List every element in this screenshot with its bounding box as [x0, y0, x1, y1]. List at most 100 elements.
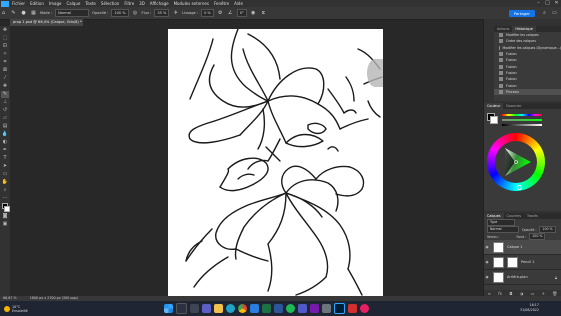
frame-tool-icon[interactable]: ⊠ — [1, 67, 9, 74]
tab-paths[interactable]: Tracés — [524, 213, 541, 219]
excel-icon[interactable] — [262, 304, 272, 313]
home-icon[interactable]: ⌂ — [0, 10, 7, 17]
hand-tool-icon[interactable]: ✋ — [1, 179, 9, 186]
menu-image[interactable]: Image — [49, 0, 62, 7]
lasso-tool-icon[interactable]: ᘏ — [1, 43, 9, 50]
link-layers-icon[interactable]: ∞ — [488, 291, 491, 296]
menu-affichage[interactable]: Affichage — [150, 0, 169, 7]
type-tool-icon[interactable]: T — [1, 155, 9, 162]
flow-field[interactable]: 35 % — [154, 9, 170, 17]
store-icon[interactable] — [250, 304, 260, 313]
photoshop-logo-icon[interactable] — [1, 0, 9, 7]
dodge-icon[interactable]: ◐ — [1, 139, 9, 146]
spotify-icon[interactable] — [286, 304, 296, 313]
background-swatch[interactable] — [490, 116, 498, 124]
layer-row[interactable]: ◉ Pencil 1 — [484, 255, 561, 270]
acrobat-icon[interactable] — [348, 304, 358, 313]
document-canvas[interactable] — [168, 29, 383, 297]
menu-modules[interactable]: Modules externes — [174, 0, 209, 7]
path-select-icon[interactable]: ➤ — [1, 163, 9, 170]
chat-icon[interactable] — [202, 304, 212, 313]
layers-kind-select[interactable]: Type — [487, 219, 515, 226]
crop-tool-icon[interactable]: ⌗ — [1, 59, 9, 66]
weather-widget[interactable]: 10°C Ensoleillé — [4, 305, 28, 313]
menu-3d[interactable]: 3D — [139, 0, 145, 7]
visibility-eye-icon[interactable]: ◉ — [484, 275, 490, 279]
new-group-icon[interactable]: ▭ — [531, 291, 535, 296]
pressure-opacity-icon[interactable]: ◎ — [132, 10, 139, 17]
file-explorer-icon[interactable] — [214, 304, 224, 313]
move-tool-icon[interactable]: ✥ — [1, 27, 9, 34]
share-button[interactable]: Partager — [508, 9, 535, 17]
menu-filtre[interactable]: Filtre — [124, 0, 134, 7]
brush-preset-icon[interactable]: ✎ — [10, 10, 17, 17]
system-tray-clock[interactable]: 16:17 31/08/2022 — [520, 303, 539, 312]
more-tools-icon[interactable]: ⋯ — [1, 195, 9, 202]
eraser-icon[interactable]: ▱ — [1, 115, 9, 122]
photoshop-taskbar-icon[interactable] — [334, 303, 346, 314]
fx-icon[interactable]: fx — [498, 291, 502, 296]
onenote-icon[interactable] — [310, 304, 320, 313]
app-icon[interactable] — [322, 304, 332, 313]
hue-slider[interactable] — [502, 114, 542, 116]
color-triangle[interactable] — [487, 133, 545, 191]
layer-row[interactable]: ◉ Arrière-plan 🔒︎ — [484, 270, 561, 285]
menu-calque[interactable]: Calque — [66, 0, 80, 7]
minimize-button[interactable]: – — [534, 0, 543, 7]
screen-mode-icon[interactable]: ▣ — [1, 221, 9, 228]
menu-fichier[interactable]: Fichier — [12, 0, 25, 7]
menu-selection[interactable]: Sélection — [101, 0, 119, 7]
saturation-slider[interactable] — [502, 119, 542, 121]
tab-color[interactable]: Couleur — [484, 103, 504, 109]
blur-icon[interactable]: 💧 — [1, 131, 9, 138]
pen-tool-icon[interactable]: ✒ — [1, 147, 9, 154]
zoom-tool-icon[interactable]: ⌕ — [1, 187, 9, 194]
pressure-size-icon[interactable]: ◉ — [250, 10, 257, 17]
brightness-slider[interactable] — [502, 124, 542, 126]
maximize-button[interactable]: □ — [543, 0, 552, 7]
teams-icon[interactable] — [298, 304, 308, 313]
document-tab[interactable]: prop 1.psd @ 66,4% (Calque, Gris/8) * — [10, 19, 83, 26]
stamp-tool-icon[interactable]: ⊥ — [1, 99, 9, 106]
zoom-readout[interactable]: 66,67 % — [3, 296, 17, 300]
healing-brush-icon[interactable]: ✚ — [1, 83, 9, 90]
airbrush-icon[interactable]: ✈ — [172, 10, 179, 17]
tab-actions[interactable]: Actions — [494, 26, 512, 32]
menu-fenetre[interactable]: Fenêtre — [214, 0, 229, 7]
chrome-icon[interactable] — [238, 304, 248, 313]
search-icon[interactable] — [176, 303, 188, 314]
marquee-tool-icon[interactable]: ⬚ — [1, 35, 9, 42]
color-wheel[interactable] — [487, 133, 545, 191]
mode-select[interactable]: Normal — [55, 9, 90, 17]
gradient-icon[interactable]: ▤ — [1, 123, 9, 130]
rectangle-tool-icon[interactable]: ▭ — [1, 171, 9, 178]
symmetry-icon[interactable]: ⧖ — [260, 10, 267, 17]
blend-mode-select[interactable]: Normal — [487, 226, 519, 233]
adjustment-icon[interactable]: ◑ — [520, 291, 524, 296]
tab-swatches[interactable]: Nuancier — [503, 103, 524, 109]
fill-field[interactable]: 100 % — [529, 233, 546, 240]
delete-layer-icon[interactable]: 🗑︎ — [552, 291, 557, 296]
add-mask-icon[interactable]: ◘ — [509, 291, 512, 296]
quick-mask-icon[interactable]: ◙ — [1, 213, 9, 220]
opacity-field[interactable]: 100 % — [111, 9, 129, 17]
workspace-icon[interactable]: ▭ — [551, 10, 558, 17]
menu-edition[interactable]: Edition — [30, 0, 44, 7]
brush-tool-icon[interactable]: ✎ — [1, 91, 9, 98]
visibility-eye-icon[interactable]: ◉ — [484, 245, 490, 249]
task-view-icon[interactable] — [190, 304, 200, 313]
search-icon[interactable]: ⌕ — [541, 10, 548, 17]
tab-history[interactable]: Historique — [512, 26, 536, 32]
fg-bg-color-icon[interactable] — [1, 203, 10, 212]
history-item-selected[interactable]: Pinceau — [494, 88, 561, 95]
visibility-eye-icon[interactable]: ◉ — [484, 260, 490, 264]
layer-opacity-field[interactable]: 100 % — [539, 226, 556, 233]
angle-field[interactable]: 0° — [236, 9, 247, 17]
music-icon[interactable] — [360, 304, 370, 313]
close-button[interactable]: ✕ — [552, 0, 561, 7]
edge-icon[interactable] — [226, 304, 236, 313]
windows-start-icon[interactable] — [164, 304, 174, 313]
word-icon[interactable] — [274, 304, 284, 313]
new-layer-icon[interactable]: + — [542, 291, 545, 296]
smoothing-settings-icon[interactable]: ⚙ — [217, 10, 224, 17]
